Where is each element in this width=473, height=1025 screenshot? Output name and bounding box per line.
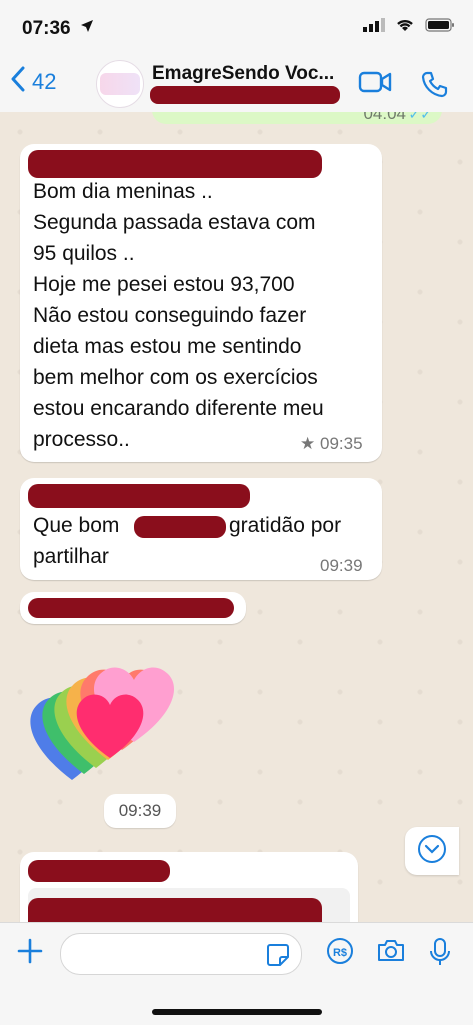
double-check-icon: ✓✓ (408, 112, 432, 122)
svg-text:R$: R$ (333, 947, 347, 959)
incoming-message[interactable] (20, 852, 358, 922)
message-time: 09:35 (320, 434, 363, 453)
scroll-to-bottom-button[interactable] (405, 827, 459, 875)
group-avatar[interactable] (96, 60, 144, 108)
phone-icon[interactable] (420, 70, 448, 103)
redacted-sender (28, 598, 234, 618)
message-text: Que bom (33, 514, 120, 537)
redacted-sender (28, 484, 250, 508)
microphone-icon[interactable] (428, 937, 452, 972)
message-input[interactable] (60, 933, 302, 975)
unread-count: 42 (32, 68, 57, 94)
chevron-down-circle-icon (417, 834, 447, 869)
home-indicator (152, 1009, 322, 1015)
wifi-icon (395, 18, 415, 37)
back-button[interactable]: 42 (10, 66, 56, 97)
chevron-left-icon (10, 66, 26, 97)
battery-icon (425, 18, 455, 37)
message-text: gratidão por (229, 514, 342, 537)
location-arrow-icon (80, 19, 94, 38)
outgoing-message[interactable]: 04:04 ✓✓ (152, 112, 442, 124)
rainbow-hearts-emoji[interactable] (22, 650, 182, 785)
status-time: 07:36 (22, 18, 71, 39)
signal-icon (363, 18, 385, 37)
status-bar: 07:36 (0, 0, 473, 56)
chat-title[interactable]: EmagreSendo Voc... (152, 63, 334, 85)
camera-icon[interactable] (376, 937, 406, 968)
incoming-message[interactable]: Bom dia meninas .. Segunda passada estav… (20, 144, 382, 462)
emoji-time: 09:39 (104, 794, 176, 828)
message-text: Bom dia meninas .. Segunda passada estav… (33, 180, 324, 451)
redacted-subtitle (150, 86, 340, 104)
message-text: partilhar (33, 545, 109, 568)
redacted-sender (28, 860, 170, 882)
incoming-message[interactable]: Que bom gratidão por partilhar 09:39 (20, 478, 382, 580)
chat-area[interactable]: 04:04 ✓✓ Bom dia meninas .. Segunda pass… (0, 112, 473, 922)
redacted-name (134, 516, 226, 538)
pix-payment-icon[interactable]: R$ (326, 937, 354, 970)
video-call-icon[interactable] (358, 70, 392, 99)
star-icon: ★ (300, 434, 316, 453)
message-input-bar: R$ (0, 922, 473, 1025)
redacted-sender (28, 150, 322, 178)
incoming-message-header[interactable] (20, 592, 246, 624)
message-time: 04:04 (363, 112, 406, 123)
quoted-message[interactable] (28, 888, 350, 922)
plus-icon[interactable] (16, 937, 44, 970)
message-time: 09:39 (320, 556, 363, 575)
sticker-icon[interactable] (265, 942, 291, 973)
chat-header: 42 EmagreSendo Voc... (0, 56, 473, 113)
redacted-quote (28, 898, 322, 922)
